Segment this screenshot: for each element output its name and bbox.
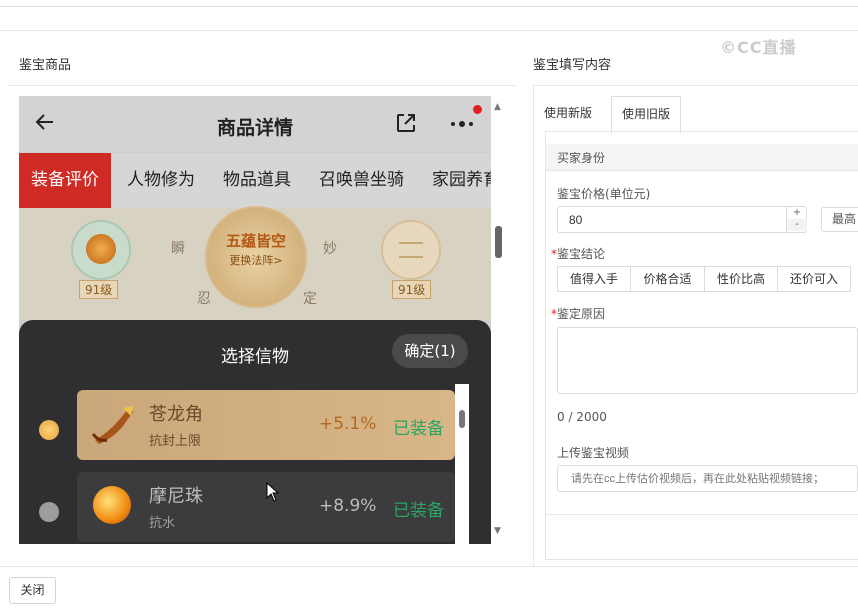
top-bar bbox=[0, 0, 858, 31]
left-section-title: 鉴宝商品 bbox=[19, 58, 72, 73]
video-label: 上传鉴宝视频 bbox=[557, 446, 630, 460]
reason-label: *鉴定原因 bbox=[551, 307, 606, 321]
panel-divider bbox=[533, 86, 534, 566]
right-slot-circle[interactable] bbox=[381, 220, 441, 280]
select-token-sheet: 选择信物 确定(1) 苍龙角 抗封上限 +5.1% 已装备 摩尼珠 抗水 +8.… bbox=[19, 320, 491, 544]
tab-character[interactable]: 人物修为 bbox=[127, 153, 195, 208]
sheet-scrollbar[interactable] bbox=[455, 384, 469, 544]
scroll-up-icon[interactable]: ▲ bbox=[494, 102, 501, 112]
tab-items[interactable]: 物品道具 bbox=[223, 153, 291, 208]
product-preview: 商品详情 装备评价 人物修为 物品道具 召唤兽坐骑 家园养育 91级 91级 瞬… bbox=[19, 96, 491, 544]
rune-4: 定 bbox=[303, 291, 317, 307]
reason-textarea[interactable] bbox=[557, 327, 858, 394]
phone-header: 商品详情 bbox=[19, 96, 491, 152]
tab-home[interactable]: 家园养育 bbox=[432, 153, 491, 208]
formation-center-button[interactable]: 五蕴皆空 更换法阵> bbox=[205, 206, 307, 308]
token-item[interactable]: 苍龙角 抗封上限 +5.1% 已装备 bbox=[77, 390, 455, 460]
left-slot-circle[interactable] bbox=[71, 220, 131, 280]
preview-scroll-thumb[interactable] bbox=[495, 226, 502, 258]
item-desc: 抗封上限 bbox=[149, 434, 202, 449]
conclusion-option-fair[interactable]: 价格合适 bbox=[630, 266, 705, 292]
footer-divider bbox=[0, 566, 858, 567]
formation-name: 五蕴皆空 bbox=[225, 232, 286, 250]
buyer-identity-label: 买家身份 bbox=[557, 151, 606, 165]
right-title-divider bbox=[533, 85, 858, 86]
tab-old-version[interactable]: 使用旧版 bbox=[611, 96, 682, 134]
price-input[interactable] bbox=[557, 206, 807, 233]
increment-icon[interactable]: + bbox=[787, 207, 807, 219]
pearl-icon bbox=[93, 486, 131, 524]
radio-selected[interactable] bbox=[39, 420, 59, 440]
price-label: 鉴宝价格(单位元) bbox=[557, 187, 651, 201]
item-name: 苍龙角 bbox=[149, 404, 203, 425]
conclusion-option-bargain[interactable]: 还价可入 bbox=[777, 266, 851, 292]
form-bottom-divider bbox=[546, 514, 858, 515]
rune-1: 瞬 bbox=[171, 241, 185, 257]
item-status: 已装备 bbox=[393, 501, 444, 521]
item-name: 摩尼珠 bbox=[149, 486, 203, 507]
radio-unselected[interactable] bbox=[39, 502, 59, 522]
tab-summons[interactable]: 召唤兽坐骑 bbox=[319, 153, 404, 208]
share-icon[interactable] bbox=[395, 112, 417, 134]
rune-2: 妙 bbox=[323, 241, 337, 257]
tab-new-version[interactable]: 使用新版 bbox=[534, 96, 602, 132]
buyer-identity-bar: 买家身份 bbox=[546, 144, 858, 171]
item-desc: 抗水 bbox=[149, 516, 176, 531]
left-level-badge: 91级 bbox=[79, 280, 119, 299]
brand-logo: ©CC直播 bbox=[720, 38, 797, 57]
conclusion-label: *鉴宝结论 bbox=[551, 247, 606, 261]
video-link-input[interactable] bbox=[557, 465, 858, 492]
item-status: 已装备 bbox=[393, 419, 444, 439]
phone-tabs: 装备评价 人物修为 物品道具 召唤兽坐骑 家园养育 bbox=[19, 153, 491, 208]
item-bonus: +5.1% bbox=[319, 414, 377, 434]
item-bonus: +8.9% bbox=[319, 496, 377, 516]
close-button[interactable]: 关闭 bbox=[9, 577, 56, 604]
rune-3: 忍 bbox=[197, 291, 211, 307]
conclusion-option-value[interactable]: 性价比高 bbox=[704, 266, 778, 292]
horn-icon bbox=[91, 406, 133, 444]
right-section-title: 鉴宝填写内容 bbox=[533, 58, 612, 73]
decrement-icon[interactable]: - bbox=[787, 219, 807, 231]
conclusion-option-worth[interactable]: 值得入手 bbox=[557, 266, 631, 292]
mouse-cursor-icon bbox=[266, 482, 280, 502]
tab-equipment-eval[interactable]: 装备评价 bbox=[19, 153, 111, 208]
sheet-scroll-thumb[interactable] bbox=[459, 410, 465, 428]
max-price-button[interactable]: 最高 bbox=[821, 207, 858, 232]
change-formation-link[interactable]: 更换法阵> bbox=[207, 252, 305, 268]
scroll-down-icon[interactable]: ▼ bbox=[494, 526, 501, 536]
confirm-button[interactable]: 确定(1) bbox=[392, 334, 468, 368]
right-level-badge: 91级 bbox=[392, 280, 432, 299]
preview-scrollbar[interactable] bbox=[491, 96, 505, 544]
more-icon[interactable] bbox=[449, 112, 479, 132]
empty-slot-icon bbox=[399, 242, 423, 258]
phone-title: 商品详情 bbox=[216, 117, 293, 139]
notification-dot bbox=[473, 105, 482, 114]
left-title-divider bbox=[8, 85, 516, 86]
reason-char-counter: 0 / 2000 bbox=[557, 410, 607, 424]
orb-icon bbox=[86, 234, 116, 264]
price-stepper[interactable]: + - bbox=[786, 207, 807, 232]
